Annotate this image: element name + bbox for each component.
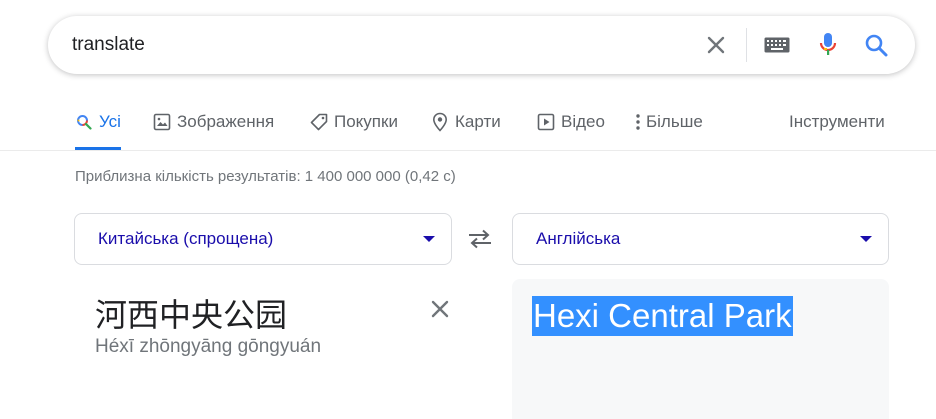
source-text[interactable]: 河西中央公园: [95, 290, 287, 336]
clear-icon[interactable]: [701, 30, 731, 60]
video-icon: [537, 113, 555, 131]
tab-images[interactable]: Зображення: [153, 112, 274, 150]
image-icon: [153, 113, 171, 131]
source-language-select[interactable]: Китайська (спрощена): [74, 213, 452, 265]
keyboard-icon[interactable]: [762, 30, 792, 60]
swap-languages-icon[interactable]: [466, 227, 494, 251]
mic-icon[interactable]: [813, 30, 843, 60]
tab-all[interactable]: Усі: [75, 112, 121, 150]
tab-more[interactable]: Більше: [634, 112, 703, 150]
result-stats: Приблизна кількість результатів: 1 400 0…: [75, 168, 456, 185]
chevron-down-icon: [423, 236, 435, 242]
tab-all-label: Усі: [99, 112, 121, 131]
target-language-label: Англійська: [536, 229, 621, 248]
close-icon[interactable]: [426, 295, 454, 323]
search-input[interactable]: [72, 32, 672, 58]
tab-maps[interactable]: Карти: [431, 112, 501, 150]
tab-shopping-label: Покупки: [334, 112, 398, 131]
tools-button[interactable]: Інструменти: [789, 112, 885, 132]
source-language-label: Китайська (спрощена): [98, 229, 274, 248]
chevron-down-icon: [860, 236, 872, 242]
tab-maps-label: Карти: [455, 112, 501, 131]
search-icon: [75, 113, 93, 131]
tab-video-label: Відео: [561, 112, 605, 131]
map-pin-icon: [431, 112, 449, 132]
tab-video[interactable]: Відео: [537, 112, 605, 150]
search-tabs: Усі Зображення Покупки Карти Відео Більш…: [0, 100, 936, 151]
tab-shopping[interactable]: Покупки: [310, 112, 398, 150]
target-language-select[interactable]: Англійська: [512, 213, 889, 265]
more-vert-icon: [634, 113, 642, 131]
translation-output-panel: Hexi Central Park: [512, 279, 889, 419]
tab-images-label: Зображення: [177, 112, 275, 131]
search-divider: [746, 28, 747, 62]
search-box: [48, 16, 915, 74]
tag-icon: [310, 113, 328, 131]
translated-text[interactable]: Hexi Central Park: [532, 296, 793, 336]
source-transliteration: Héxī zhōngyāng gōngyuán: [95, 336, 322, 357]
search-icon[interactable]: [861, 30, 891, 60]
tab-more-label: Більше: [646, 112, 703, 131]
